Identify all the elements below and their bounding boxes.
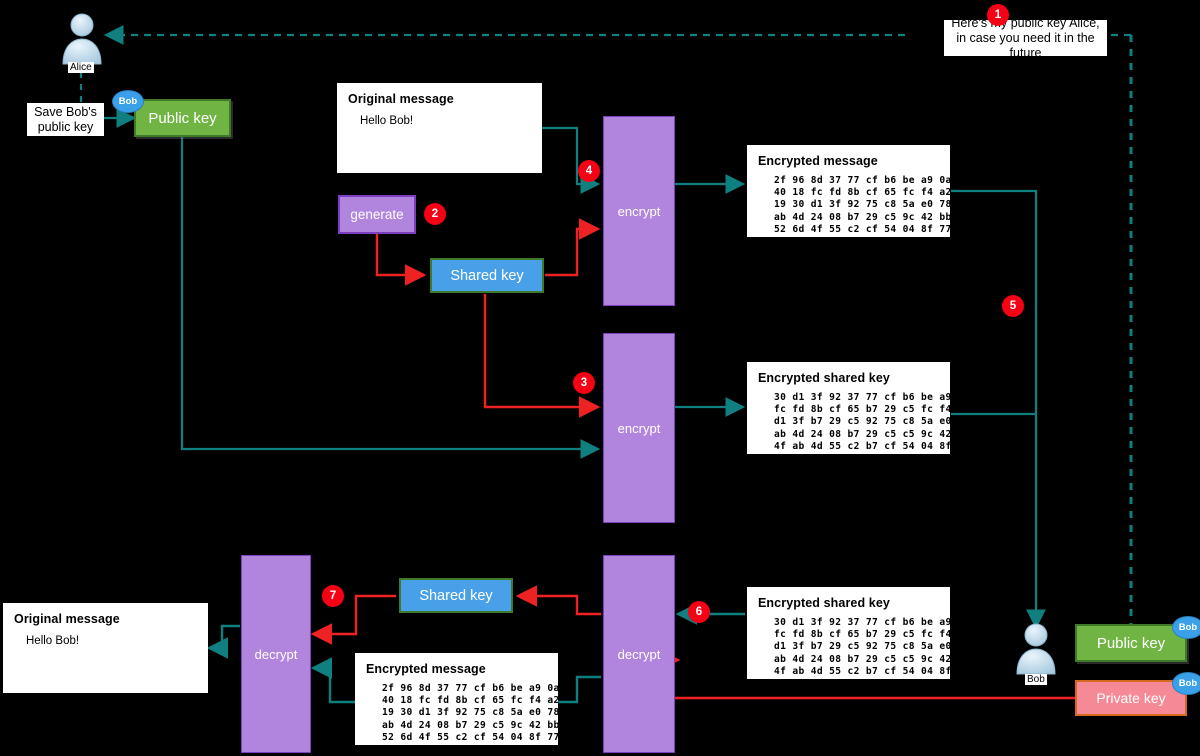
handshake-note: Here's my public key Alice, in case you … <box>944 16 1107 60</box>
diagram-canvas: Alice Here's my public key Alice, in cas… <box>0 0 1200 755</box>
bob-owner-badge-private: Bob <box>1172 672 1200 695</box>
public-key-top-label: Public key <box>148 109 217 127</box>
encrypted-message-title-top: Encrypted message <box>758 154 878 168</box>
private-key[interactable]: Private key <box>1075 680 1187 716</box>
original-message-body-bottom: Hello Bob! <box>26 635 80 647</box>
step-3-badge: 3 <box>573 372 595 394</box>
public-key-bottom-label: Public key <box>1096 634 1166 652</box>
bob-owner-badge-public-bottom: Bob <box>1172 616 1200 639</box>
encrypted-shared-key-hex-bottom: 30 d1 3f 92 37 77 cf b6 be a9 0a fc fd 8… <box>774 617 971 690</box>
shared-key-top[interactable]: Shared key <box>430 258 544 293</box>
alice-label: Alice <box>68 62 94 73</box>
shared-key-top-label: Shared key <box>450 267 524 284</box>
step-5-badge: 5 <box>1002 295 1024 317</box>
save-public-key-note: Save Bob's public key <box>27 103 104 136</box>
generate-label: generate <box>350 207 404 222</box>
decrypt-message-process[interactable]: decrypt <box>241 555 311 753</box>
original-message-title-bottom: Original message <box>14 612 120 626</box>
original-message-body-top: Hello Bob! <box>360 115 414 127</box>
bob-owner-badge-public-top: Bob <box>112 90 144 113</box>
original-message-title-top: Original message <box>348 92 454 106</box>
wire-shared-key-to-encrypt-message <box>545 218 601 277</box>
encrypted-shared-key-panel-bottom: Encrypted shared key 30 d1 3f 92 37 77 c… <box>747 587 970 689</box>
step-1-badge: 1 <box>987 4 1009 26</box>
step-6-badge: 6 <box>688 601 710 623</box>
wire-decrypt-to-shared-key <box>515 585 601 616</box>
private-key-label: Private key <box>1096 690 1166 706</box>
wire-generate-to-shared-key <box>375 234 427 286</box>
encrypted-message-panel-top: Encrypted message 2f 96 8d 37 77 cf b6 b… <box>747 145 951 247</box>
encrypted-shared-key-title-top: Encrypted shared key <box>758 371 890 385</box>
encrypted-shared-key-panel-top: Encrypted shared key 30 d1 3f 92 37 77 c… <box>747 362 970 464</box>
shared-key-bottom[interactable]: Shared key <box>399 578 513 613</box>
save-note-line2: public key <box>37 119 94 134</box>
save-note-line1: Save Bob's <box>34 104 97 119</box>
public-key-bottom[interactable]: Public key <box>1075 624 1187 662</box>
decrypt-shared-key-process[interactable]: decrypt <box>603 555 675 753</box>
bob-label: Bob <box>1025 674 1047 685</box>
encrypt-shared-key-label: encrypt <box>617 420 661 436</box>
handshake-note-line1: Here's my public key Alice, <box>951 15 1100 30</box>
wire-public-key-to-encrypt-shared-key <box>180 137 601 459</box>
encrypted-shared-key-title-bottom: Encrypted shared key <box>758 596 890 610</box>
shared-key-bottom-label: Shared key <box>419 587 493 604</box>
decrypt-shared-key-label: decrypt <box>617 646 661 662</box>
encrypted-message-title-bottom: Encrypted message <box>366 662 486 676</box>
encrypt-shared-key-process[interactable]: encrypt <box>603 333 675 523</box>
handshake-note-line2: in case you need it in the future <box>956 30 1095 60</box>
encrypt-message-process[interactable]: encrypt <box>603 116 675 306</box>
original-message-panel-top: Original message Hello Bob! <box>337 83 542 173</box>
step-2-badge: 2 <box>424 203 446 225</box>
step-4-badge: 4 <box>578 160 600 182</box>
decrypt-message-label: decrypt <box>254 646 298 662</box>
encrypted-message-panel-bottom: Encrypted message 2f 96 8d 37 77 cf b6 b… <box>355 653 559 755</box>
encrypted-shared-key-hex-top: 30 d1 3f 92 37 77 cf b6 be a9 0a fc fd 8… <box>774 392 971 465</box>
generate-process[interactable]: generate <box>338 195 416 234</box>
encrypt-message-label: encrypt <box>617 203 661 219</box>
wire-decrypt-to-original-message <box>206 624 240 659</box>
original-message-panel-bottom: Original message Hello Bob! <box>3 603 208 693</box>
public-key-top[interactable]: Public key <box>134 99 231 137</box>
step-7-badge: 7 <box>322 585 344 607</box>
encrypted-message-hex-top: 2f 96 8d 37 77 cf b6 be a9 0a 40 18 fc f… <box>774 175 952 248</box>
wire-encrypted-message-to-decrypt <box>310 657 356 704</box>
encrypted-message-hex-bottom: 2f 96 8d 37 77 cf b6 be a9 0a 40 18 fc f… <box>382 683 560 756</box>
